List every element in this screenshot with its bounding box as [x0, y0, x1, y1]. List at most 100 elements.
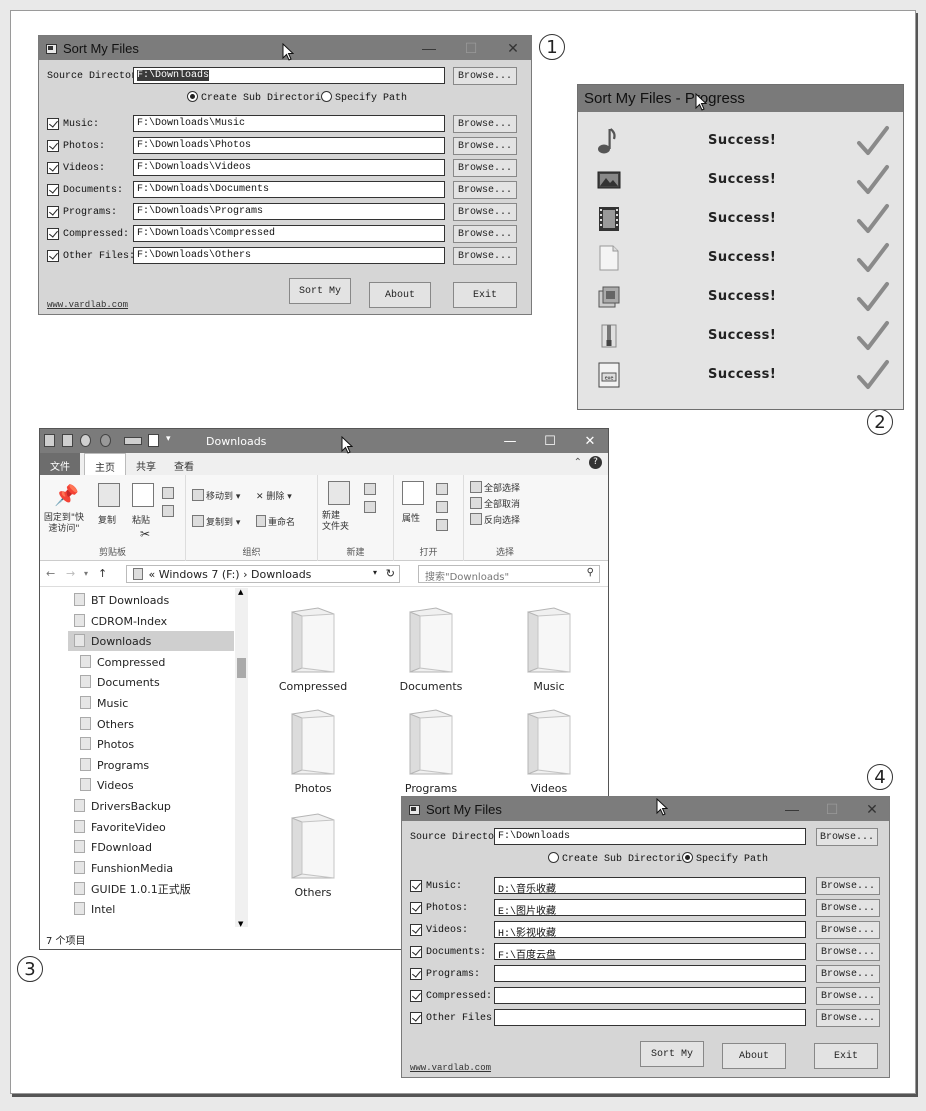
exit-button[interactable]: Exit [814, 1043, 878, 1069]
tree-item[interactable]: GUIDE 1.0.1正式版 [74, 878, 191, 898]
source-directory-input[interactable]: F:\Downloads [133, 67, 445, 84]
category-path-input[interactable] [494, 965, 806, 982]
recent-dropdown-icon[interactable]: ▾ [84, 569, 88, 578]
category-browse-button[interactable]: Browse... [453, 247, 517, 265]
help-icon[interactable]: ? [589, 456, 602, 469]
category-browse-button[interactable]: Browse... [453, 203, 517, 221]
pin-quick-access-button[interactable]: 固定到"快速访问" [42, 513, 86, 535]
source-browse-button[interactable]: Browse... [816, 828, 878, 846]
category-browse-button[interactable]: Browse... [816, 921, 880, 939]
category-browse-button[interactable]: Browse... [816, 965, 880, 983]
category-checkbox[interactable] [47, 184, 59, 196]
maximize-button[interactable]: ☐ [451, 36, 491, 60]
category-path-input[interactable]: H:\影视收藏 [494, 921, 806, 938]
category-path-input[interactable]: F:\Downloads\Videos [133, 159, 445, 176]
tree-item[interactable]: FDownload [74, 837, 152, 857]
redo-icon[interactable] [100, 434, 111, 447]
cut-icon[interactable]: ✂ [140, 527, 150, 541]
properties-button[interactable]: 属性 [402, 511, 420, 524]
category-browse-button[interactable]: Browse... [453, 137, 517, 155]
tree-item[interactable]: Music [80, 693, 128, 713]
tree-item[interactable]: CDROM-Index [74, 611, 167, 631]
tree-item[interactable]: Intel [74, 899, 115, 919]
maximize-button[interactable]: ☐ [812, 797, 852, 821]
scroll-up-icon[interactable]: ▲ [238, 588, 243, 596]
category-browse-button[interactable]: Browse... [453, 115, 517, 133]
easy-access-icon[interactable] [364, 501, 376, 513]
path-dropdown-icon[interactable]: ▾ [373, 568, 377, 577]
category-path-input[interactable] [494, 1009, 806, 1026]
tree-item[interactable]: Downloads [68, 631, 234, 652]
tree-item[interactable]: Others [80, 714, 134, 734]
close-button[interactable]: ✕ [493, 36, 533, 60]
folder-item[interactable]: Programs [376, 700, 486, 810]
explorer-close-button[interactable]: ✕ [570, 431, 608, 451]
tree-item[interactable]: Photos [80, 734, 134, 754]
address-bar[interactable]: « Windows 7 (F:) › Downloads ▾ ↻ [126, 565, 400, 583]
category-path-input[interactable]: F:\Downloads\Music [133, 115, 445, 132]
category-path-input[interactable] [494, 987, 806, 1004]
customize-dropdown-icon[interactable]: ▾ [166, 434, 177, 447]
source-browse-button[interactable]: Browse... [453, 67, 517, 85]
collapse-ribbon-icon[interactable]: ⌃ [574, 457, 582, 468]
new-folder-button[interactable]: 新建 文件夹 [322, 511, 349, 533]
category-checkbox[interactable] [47, 206, 59, 218]
explorer-maximize-button[interactable]: ☐ [530, 431, 570, 451]
category-path-input[interactable]: F:\Downloads\Programs [133, 203, 445, 220]
folder-item[interactable]: Compressed [258, 598, 368, 708]
category-browse-button[interactable]: Browse... [453, 225, 517, 243]
category-checkbox[interactable] [410, 1012, 422, 1024]
up-arrow-icon[interactable]: ↑ [98, 567, 107, 580]
undo-icon[interactable] [80, 434, 91, 447]
search-input[interactable]: 搜索"Downloads" ⚲ [418, 565, 600, 583]
category-checkbox[interactable] [410, 924, 422, 936]
create-sub-directories-radio[interactable] [548, 852, 559, 863]
website-link[interactable]: www.vardlab.com [47, 300, 128, 310]
tree-item[interactable]: BT Downloads [74, 590, 169, 610]
category-path-input[interactable]: F:\Downloads\Others [133, 247, 445, 264]
navigation-scrollbar[interactable]: ▲ ▼ [235, 588, 248, 928]
website-link[interactable]: www.vardlab.com [410, 1063, 491, 1073]
rename-button[interactable]: 重命名 [256, 515, 295, 528]
invert-selection-button[interactable]: 反向选择 [470, 513, 520, 526]
exit-button[interactable]: Exit [453, 282, 517, 308]
category-checkbox[interactable] [47, 228, 59, 240]
folder-item[interactable]: Videos [494, 700, 604, 810]
category-path-input[interactable]: F:\Downloads\Photos [133, 137, 445, 154]
about-button[interactable]: About [369, 282, 431, 308]
paste-button[interactable]: 粘贴 [132, 513, 150, 526]
category-checkbox[interactable] [410, 880, 422, 892]
move-to-button[interactable]: 移动到 ▾ [192, 489, 240, 502]
tree-item[interactable]: Documents [80, 672, 160, 692]
category-path-input[interactable]: F:\Downloads\Compressed [133, 225, 445, 242]
properties-quick-icon[interactable] [62, 434, 73, 447]
about-button[interactable]: About [722, 1043, 786, 1069]
category-checkbox[interactable] [410, 902, 422, 914]
forward-arrow-icon[interactable]: → [66, 567, 75, 580]
category-path-input[interactable]: D:\音乐收藏 [494, 877, 806, 894]
copy-path-icon[interactable] [162, 487, 174, 499]
specify-path-radio[interactable] [321, 91, 333, 102]
tab-home[interactable]: 主页 [84, 453, 126, 475]
back-arrow-icon[interactable]: ← [46, 567, 55, 580]
select-all-button[interactable]: 全部选择 [470, 481, 520, 494]
new-item-icon[interactable] [364, 483, 376, 495]
sort-my-button[interactable]: Sort My [640, 1041, 704, 1067]
tab-file[interactable]: 文件 [40, 453, 80, 475]
category-checkbox[interactable] [410, 968, 422, 980]
explorer-minimize-button[interactable]: — [490, 431, 530, 451]
scrollbar-thumb[interactable] [237, 658, 246, 678]
specify-path-radio[interactable] [682, 852, 694, 863]
source-directory-input[interactable]: F:\Downloads [494, 828, 806, 845]
tree-item[interactable]: FavoriteVideo [74, 817, 166, 837]
tab-view[interactable]: 查看 [164, 453, 204, 475]
path-folder[interactable]: Downloads [251, 568, 311, 581]
edit-icon[interactable] [436, 501, 448, 513]
open-icon[interactable] [436, 483, 448, 495]
category-browse-button[interactable]: Browse... [816, 943, 880, 961]
create-sub-directories-radio[interactable] [187, 91, 198, 102]
copy-button[interactable]: 复制 [98, 513, 116, 526]
category-path-input[interactable]: E:\图片收藏 [494, 899, 806, 916]
category-browse-button[interactable]: Browse... [453, 181, 517, 199]
select-none-button[interactable]: 全部取消 [470, 497, 520, 510]
